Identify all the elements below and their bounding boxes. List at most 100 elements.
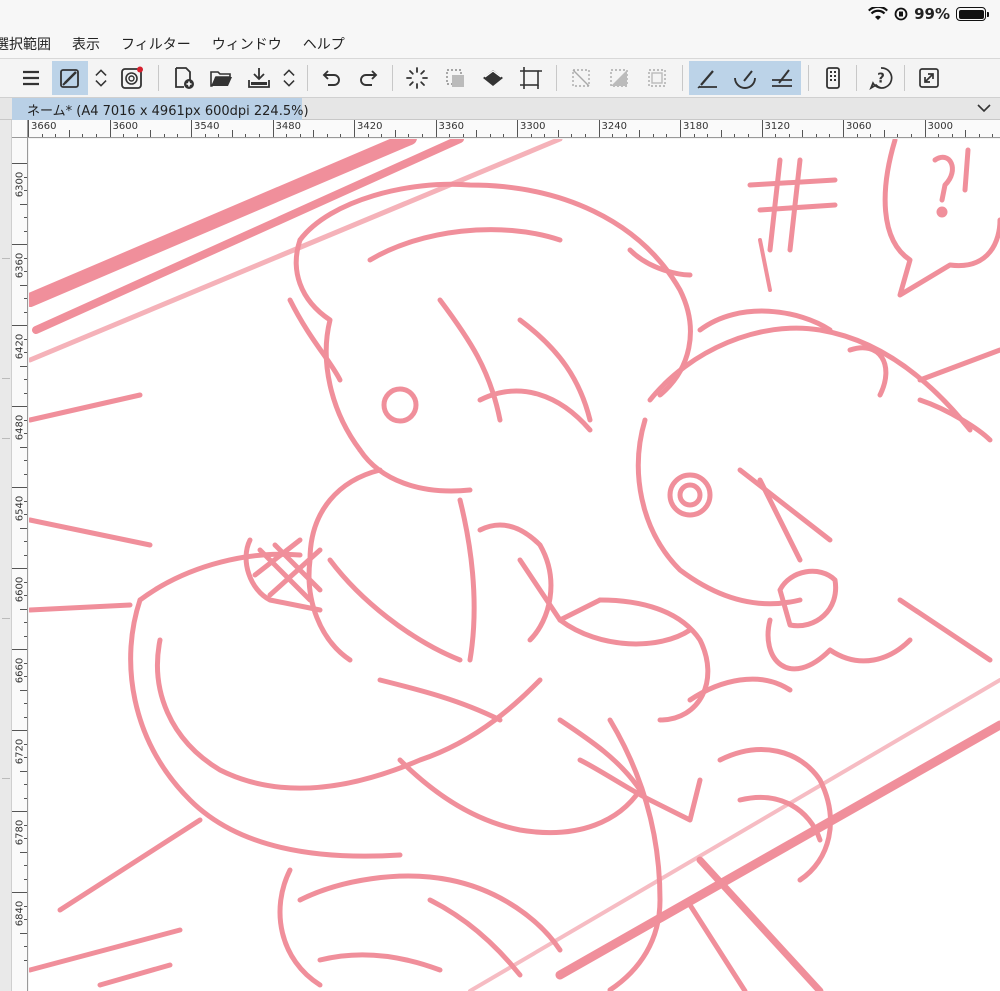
ruler-minor-tick <box>136 134 138 137</box>
open-folder-icon[interactable] <box>204 61 238 95</box>
ruler-major-tick <box>598 120 600 137</box>
vertical-ruler[interactable]: 6300 6360 6420 6480 6540 6600 6660 6720 6780 6840 <box>12 138 28 991</box>
horizontal-ruler[interactable]: 3660 3600 3540 3480 3420 3360 3300 3240 3180 3120… <box>28 120 1000 138</box>
pen-stroke-icon[interactable] <box>52 61 88 95</box>
ruler-pen-icon[interactable] <box>690 61 726 95</box>
document-tab[interactable]: ネーム* (A4 7016 x 4961px 600dpi 224.5%) <box>12 98 309 120</box>
sketch-artwork <box>29 139 1000 991</box>
left-side-panel[interactable] <box>0 58 12 991</box>
ruler-label: 3660 <box>31 121 57 132</box>
ruler-minor-tick <box>24 757 27 758</box>
ruler-minor-tick <box>978 134 980 137</box>
ruler-minor-tick <box>544 134 546 137</box>
ruler-minor-tick <box>24 743 27 745</box>
status-bar: 99% <box>0 0 1000 30</box>
ruler-major-tick <box>680 120 681 137</box>
ruler-minor-tick <box>41 134 43 137</box>
ruler-minor-tick <box>666 134 668 137</box>
undo-icon[interactable] <box>314 61 348 95</box>
ruler-minor-tick <box>24 662 27 664</box>
ruler-major-tick <box>761 120 763 137</box>
fill-bucket-icon[interactable] <box>476 61 510 95</box>
ruler-minor-tick <box>24 257 27 259</box>
ruler-label: 3600 <box>112 121 138 132</box>
ruler-label: 6360 <box>14 252 26 279</box>
menu-help[interactable]: ヘルプ <box>292 34 355 54</box>
ruler-minor-tick <box>449 134 451 137</box>
chevron-down-icon[interactable] <box>976 100 992 116</box>
ruler-minor-tick <box>231 130 233 137</box>
ruler-minor-tick <box>489 134 491 137</box>
ruler-minor-tick <box>24 271 27 272</box>
chevron-updown-icon-2[interactable] <box>278 61 300 95</box>
ruler-minor-tick <box>82 134 84 137</box>
ruler-minor-tick <box>693 134 695 137</box>
ruler-minor-tick <box>421 134 423 137</box>
command-bar: ? <box>0 58 1000 98</box>
ruler-minor-tick <box>24 784 27 785</box>
ruler-minor-tick <box>829 134 831 137</box>
ruler-minor-tick <box>734 134 736 137</box>
new-page-icon[interactable] <box>166 61 200 95</box>
ruler-label: 3240 <box>601 121 627 132</box>
selection-frame-icon[interactable] <box>640 61 674 95</box>
battery-percent: 99% <box>914 5 950 23</box>
ruler-label: 6840 <box>14 900 26 927</box>
transform-crop-icon[interactable] <box>514 61 548 95</box>
ruler-minor-tick <box>381 134 383 137</box>
ruler-minor-tick <box>24 905 27 907</box>
ruler-major-tick <box>843 120 844 137</box>
device-panel-icon[interactable] <box>816 61 850 95</box>
menu-view[interactable]: 表示 <box>61 34 110 54</box>
ruler-major-tick <box>28 120 29 137</box>
ruler-minor-tick <box>476 130 478 137</box>
ruler-minor-tick <box>788 134 790 137</box>
ruler-major-tick <box>12 649 27 650</box>
ruler-minor-tick <box>218 134 220 137</box>
ruler-minor-tick <box>584 134 586 137</box>
hamburger-menu-icon[interactable] <box>14 61 48 95</box>
ruler-label: 6420 <box>14 333 26 360</box>
ruler-label: 6780 <box>14 819 26 846</box>
ruler-minor-tick <box>938 134 940 137</box>
ruler-minor-tick <box>245 134 247 137</box>
ruler-minor-tick <box>313 130 315 137</box>
spiral-record-icon[interactable] <box>114 61 150 95</box>
ruler-major-tick <box>924 120 926 137</box>
invert-selection-icon[interactable] <box>602 61 636 95</box>
ruler-minor-tick <box>530 134 532 137</box>
menu-filter[interactable]: フィルター <box>110 34 201 54</box>
menu-selection[interactable]: 選択範囲 <box>0 34 61 54</box>
ruler-major-tick <box>12 487 27 488</box>
ruler-label: 6480 <box>14 414 26 441</box>
ruler-label: 3540 <box>194 121 220 132</box>
ruler-minor-tick <box>24 190 27 191</box>
ruler-label: 6300 <box>14 171 26 198</box>
selection-clear-icon[interactable] <box>438 61 472 95</box>
ruler-minor-tick <box>571 134 573 137</box>
save-download-icon[interactable] <box>242 61 276 95</box>
redo-icon[interactable] <box>352 61 386 95</box>
ruler-major-tick <box>12 325 27 326</box>
chevron-updown-icon[interactable] <box>90 61 112 95</box>
perspective-ruler-icon[interactable] <box>764 61 800 95</box>
deselect-icon[interactable] <box>564 61 598 95</box>
ruler-minor-tick <box>24 622 27 623</box>
ruler-minor-tick <box>24 419 27 421</box>
wifi-icon <box>868 7 889 20</box>
help-icon[interactable]: ? <box>864 61 898 95</box>
ruler-major-tick <box>435 120 437 137</box>
fullscreen-icon[interactable] <box>912 61 946 95</box>
ruler-major-tick <box>12 244 27 245</box>
loading-spinner-icon[interactable] <box>400 61 434 95</box>
drawing-canvas[interactable] <box>29 139 1000 991</box>
ruler-minor-tick <box>24 392 27 394</box>
menu-window[interactable]: ウィンドウ <box>201 34 292 54</box>
ruler-minor-tick <box>24 635 27 637</box>
ruler-minor-tick <box>95 134 97 137</box>
ruler-minor-tick <box>204 134 206 137</box>
curve-ruler-icon[interactable] <box>727 61 763 95</box>
ruler-minor-tick <box>258 134 260 137</box>
ruler-minor-tick <box>775 134 777 137</box>
ruler-minor-tick <box>408 134 410 137</box>
